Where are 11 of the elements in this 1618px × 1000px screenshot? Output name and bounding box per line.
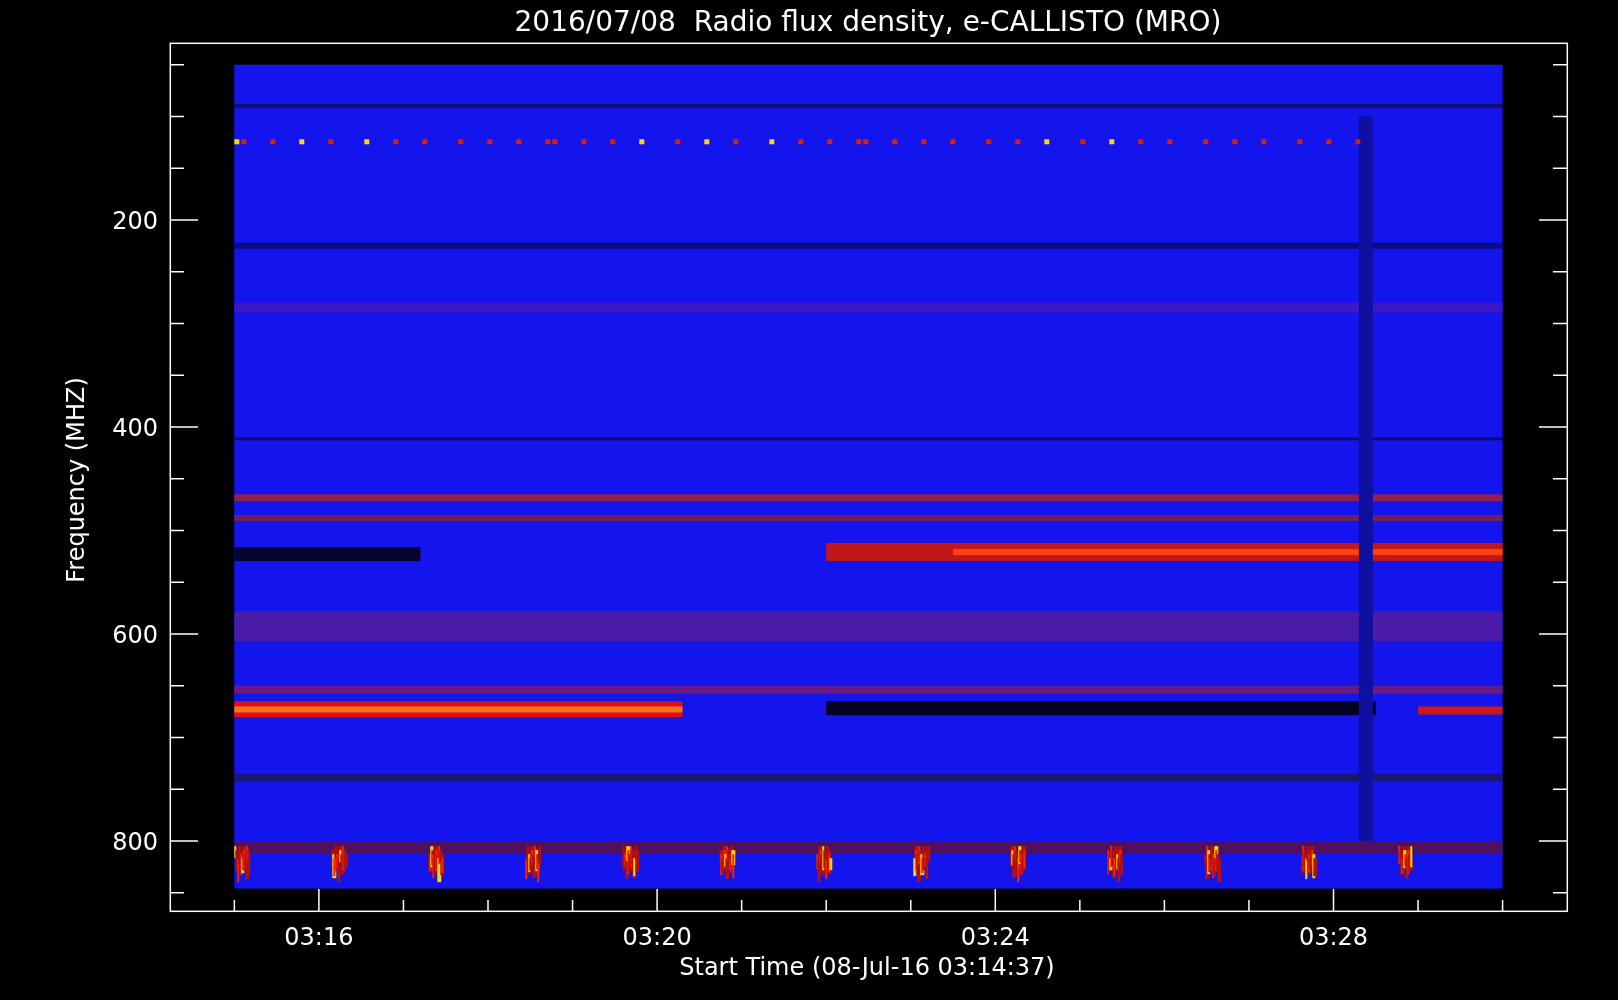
x-tick-label: 03:16 <box>284 923 354 951</box>
x-tick-label: 03:28 <box>1298 923 1369 951</box>
x-tick-label: 03:20 <box>622 923 692 951</box>
y-tick-label: 200 <box>112 207 158 235</box>
y-axis-label: Frequency (MHZ) <box>62 377 90 583</box>
x-axis-label: Start Time (08-Jul-16 03:14:37) <box>679 953 1055 981</box>
y-tick-label: 400 <box>112 414 158 442</box>
chart-title: 2016/07/08 Radio flux density, e-CALLISTO (MRO) <box>514 5 1222 38</box>
y-tick-label: 800 <box>112 828 158 856</box>
x-tick-label: 03:24 <box>960 923 1030 951</box>
y-tick-label: 600 <box>112 621 158 649</box>
